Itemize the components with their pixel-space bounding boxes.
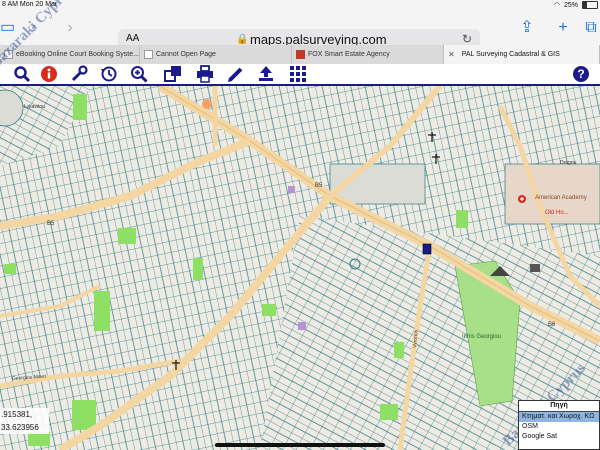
tab-title: PAL Surveying Cadastral & GIS bbox=[461, 51, 560, 58]
museum-icon bbox=[530, 264, 540, 272]
map-label-b6: B6 bbox=[548, 322, 556, 328]
basemap-option-google-sat[interactable]: Google Sat bbox=[519, 432, 599, 442]
forward-icon[interactable]: › bbox=[62, 11, 78, 45]
coordinate-lon: 33.623956 bbox=[1, 423, 39, 432]
home-indicator[interactable] bbox=[215, 443, 385, 447]
map-label-b5: B5 bbox=[47, 221, 55, 227]
map-label-academy: American Academy bbox=[535, 195, 587, 201]
tab-title: FOX Smart Estate Agency bbox=[308, 51, 390, 58]
park-patch bbox=[4, 264, 16, 274]
tab-fox-estate[interactable]: FOX Smart Estate Agency bbox=[292, 45, 444, 64]
gis-toolbar: ? bbox=[0, 64, 600, 86]
map-label-park: Irinis Georgiou bbox=[462, 334, 501, 340]
share-icon[interactable]: ⇪ bbox=[518, 11, 536, 45]
grid-icon[interactable] bbox=[289, 65, 307, 83]
tab-cannot-open[interactable]: Cannot Open Page bbox=[140, 45, 292, 64]
park-patch bbox=[94, 291, 110, 331]
basemap-option-cadastral[interactable]: Κτηματ. και Χωροχ. ΚΩ bbox=[519, 412, 599, 422]
zoom-in-icon[interactable] bbox=[130, 65, 148, 83]
park-patch bbox=[72, 400, 96, 430]
lock-icon: 🔒 bbox=[236, 34, 249, 45]
park-patch bbox=[394, 342, 404, 358]
park-patch bbox=[193, 258, 203, 280]
history-icon[interactable] bbox=[100, 65, 118, 83]
park-patch bbox=[118, 228, 136, 244]
map-label-dragou: Dragou bbox=[560, 160, 577, 166]
battery-percent: 25% bbox=[563, 1, 578, 9]
browser-navbar: ▭ ‹ › AA 🔒 maps.palsurveying.com ↻ ⇪ + ⧉ bbox=[0, 11, 600, 51]
info-icon[interactable] bbox=[40, 65, 58, 83]
coordinate-readout: .915381, 33.623956 bbox=[0, 408, 49, 434]
status-bar: 8 AM Mon 20 Mar ◠ 25% bbox=[0, 0, 600, 11]
svg-text:?: ? bbox=[577, 67, 584, 81]
park-patch bbox=[380, 404, 398, 420]
tab-title: Cannot Open Page bbox=[156, 51, 216, 58]
tab-pal-surveying[interactable]: ✕ PAL Surveying Cadastral & GIS bbox=[444, 45, 600, 64]
wifi-icon: ◠ bbox=[553, 2, 560, 9]
fire-station-icon bbox=[202, 99, 212, 109]
reload-icon[interactable]: ↻ bbox=[462, 32, 472, 46]
park-patch bbox=[456, 210, 468, 228]
basemap-option-osm[interactable]: OSM bbox=[519, 422, 599, 432]
wrench-icon[interactable] bbox=[70, 65, 88, 83]
close-tab-icon[interactable]: ✕ bbox=[448, 50, 455, 59]
tab-strip: eBooking Online Court Booking Syste... C… bbox=[0, 45, 600, 65]
help-icon[interactable]: ? bbox=[572, 65, 590, 83]
new-tab-icon[interactable]: + bbox=[554, 11, 572, 45]
selected-parcel-marker[interactable] bbox=[422, 243, 432, 255]
print-icon[interactable] bbox=[196, 65, 214, 83]
tab-favicon bbox=[296, 50, 305, 59]
basemap-panel-title: Πηγή bbox=[519, 401, 599, 412]
search-icon[interactable] bbox=[13, 65, 31, 83]
cadastral-map[interactable]: B5 B5 B6 Georgiou Mavri American Academy… bbox=[0, 86, 600, 450]
upload-icon[interactable] bbox=[257, 65, 275, 83]
pencil-icon[interactable] bbox=[227, 65, 245, 83]
map-label-b5: B5 bbox=[315, 183, 323, 189]
tab-overview-icon[interactable]: ⧉ bbox=[582, 11, 600, 45]
battery-icon bbox=[582, 1, 598, 9]
coordinate-lat: .915381, bbox=[1, 410, 33, 419]
layers-icon[interactable] bbox=[164, 65, 182, 83]
basemap-panel: Πηγή Κτηματ. και Χωροχ. ΚΩ OSM Google Sa… bbox=[518, 400, 600, 450]
tab-title: eBooking Online Court Booking Syste... bbox=[16, 51, 139, 58]
park-patch bbox=[73, 94, 87, 120]
park-patch bbox=[28, 432, 50, 446]
map-label-hospital: Old Ho... bbox=[545, 210, 569, 216]
poi-purple bbox=[298, 322, 306, 330]
map-label-district: Lykavitou bbox=[24, 104, 45, 110]
park-patch bbox=[262, 304, 276, 316]
poi-purple bbox=[288, 186, 295, 193]
tab-favicon bbox=[144, 50, 153, 59]
map-canvas[interactable]: B5 B5 B6 Georgiou Mavri American Academy… bbox=[0, 86, 600, 450]
text-size-button[interactable]: AA bbox=[126, 33, 139, 44]
